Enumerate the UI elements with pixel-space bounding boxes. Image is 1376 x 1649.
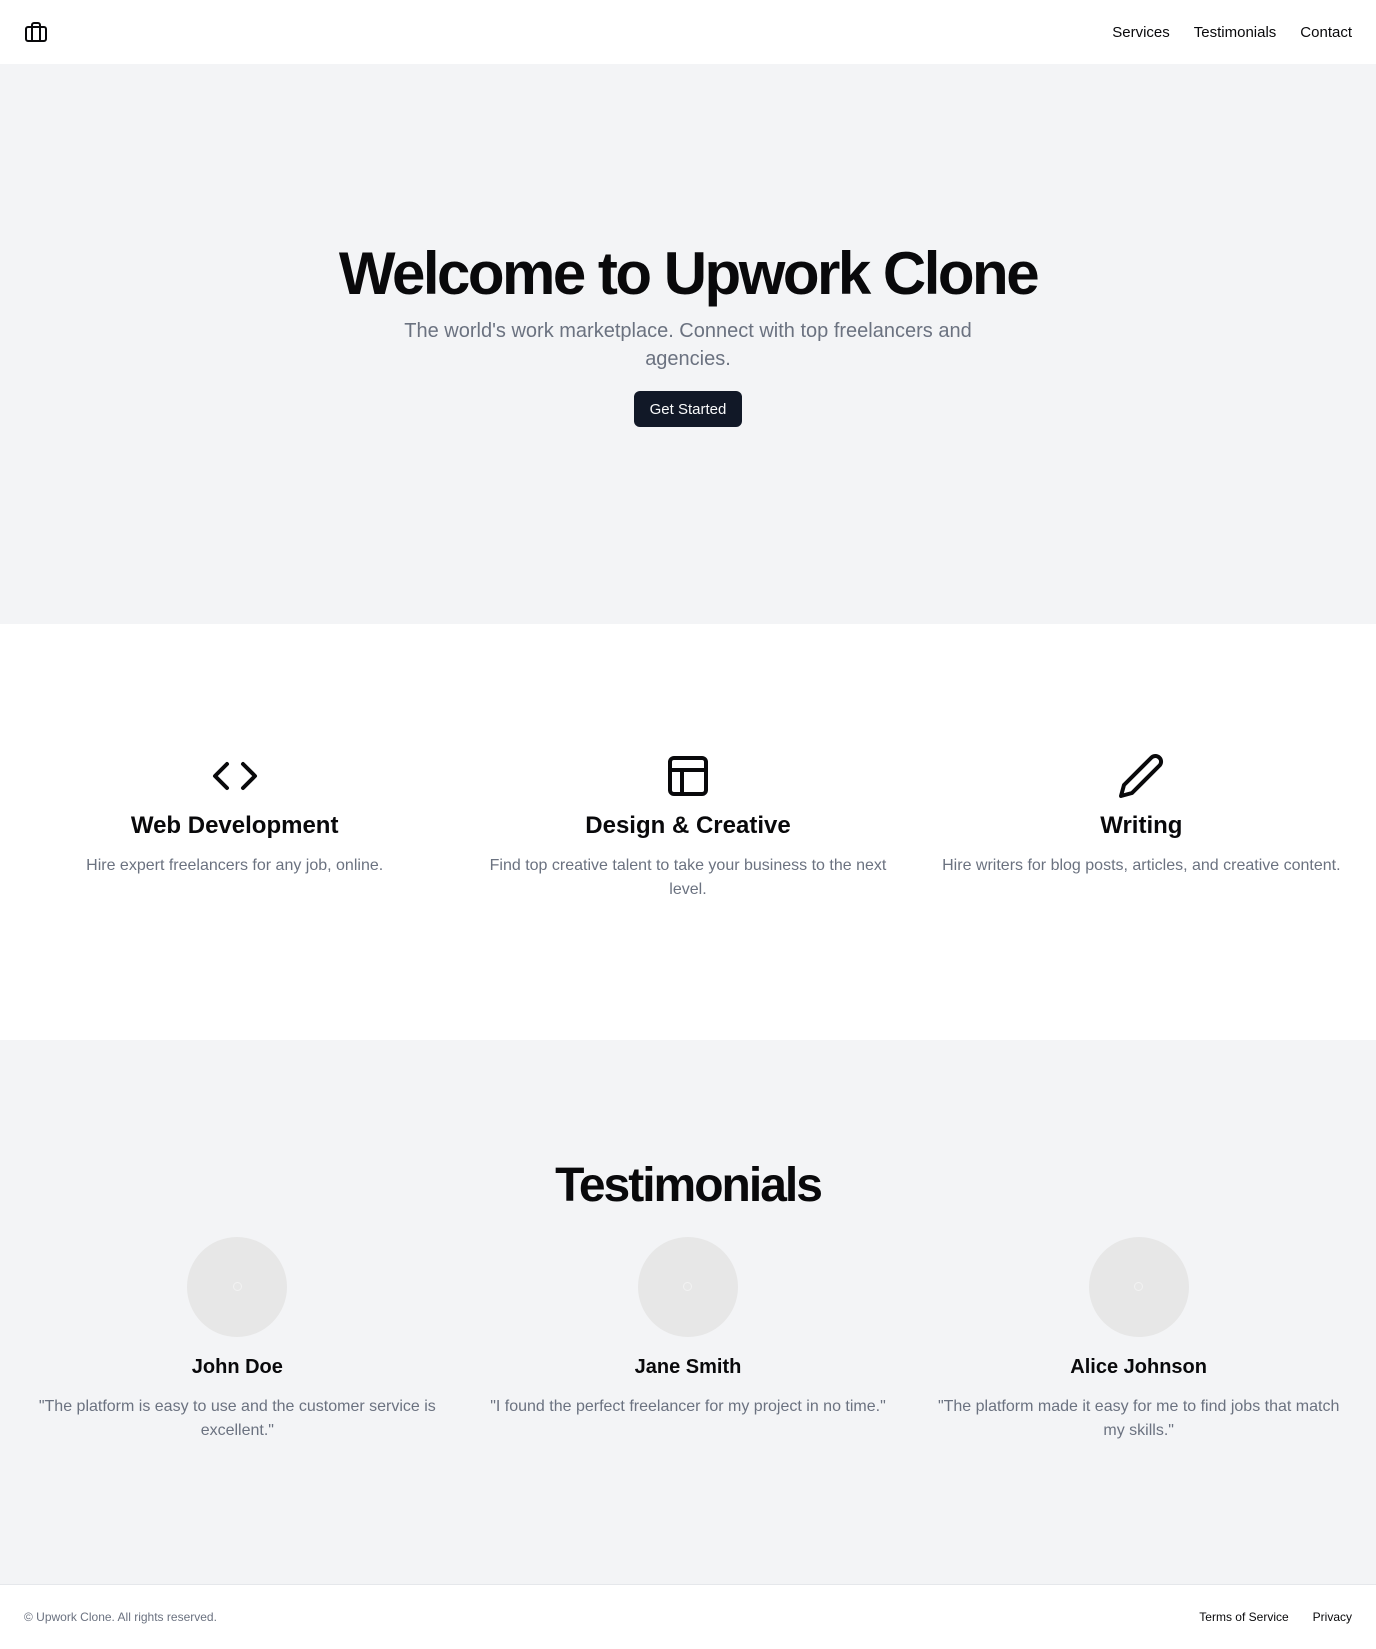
terms-of-service-link[interactable]: Terms of Service (1199, 1610, 1288, 1624)
service-title: Design & Creative (585, 812, 791, 839)
briefcase-icon[interactable] (24, 20, 48, 44)
testimonial-quote: "I found the perfect freelancer for my p… (490, 1397, 886, 1415)
get-started-button[interactable]: Get Started (633, 391, 743, 427)
privacy-link[interactable]: Privacy (1313, 1610, 1352, 1624)
main-nav: Services Testimonials Contact (1112, 24, 1352, 41)
nav-link-contact[interactable]: Contact (1300, 24, 1352, 41)
footer-links: Terms of Service Privacy (1199, 1610, 1352, 1624)
service-card-web-development: Web Development Hire expert freelancers … (24, 752, 445, 1040)
avatar (637, 1236, 738, 1337)
service-card-design-creative: Design & Creative Find top creative tale… (477, 752, 898, 1040)
site-footer: © Upwork Clone. All rights reserved. Ter… (0, 1584, 1376, 1649)
testimonials-title: Testimonials (555, 1159, 823, 1212)
layout-icon (664, 752, 712, 800)
nav-link-testimonials[interactable]: Testimonials (1194, 24, 1277, 41)
site-header: Services Testimonials Contact (0, 0, 1376, 64)
avatar (1088, 1236, 1189, 1337)
code-icon (211, 752, 259, 800)
testimonial-name: Jane Smith (634, 1355, 742, 1378)
testimonials-grid: John Doe "The platform is easy to use an… (0, 1236, 1376, 1443)
services-section: Web Development Hire expert freelancers … (0, 624, 1376, 1040)
pencil-icon (1117, 752, 1165, 800)
service-title: Writing (1100, 812, 1183, 839)
nav-link-services[interactable]: Services (1112, 24, 1170, 41)
testimonial-card: John Doe "The platform is easy to use an… (24, 1236, 451, 1443)
service-title: Web Development (130, 812, 339, 839)
service-description: Find top creative talent to take your bu… (489, 857, 887, 898)
hero-subtitle: The world's work marketplace. Connect wi… (404, 320, 972, 370)
service-description: Hire expert freelancers for any job, onl… (86, 857, 384, 874)
copyright-text: © Upwork Clone. All rights reserved. (24, 1610, 217, 1624)
hero-title: Welcome to Upwork Clone (338, 240, 1040, 307)
testimonial-name: John Doe (191, 1355, 283, 1378)
service-description: Hire writers for blog posts, articles, a… (942, 857, 1341, 874)
avatar (187, 1236, 288, 1337)
testimonial-quote: "The platform is easy to use and the cus… (38, 1397, 436, 1439)
service-card-writing: Writing Hire writers for blog posts, art… (931, 752, 1352, 1040)
testimonial-quote: "The platform made it easy for me to fin… (937, 1397, 1340, 1439)
testimonial-name: Alice Johnson (1070, 1355, 1207, 1378)
testimonial-card: Alice Johnson "The platform made it easy… (925, 1236, 1352, 1443)
testimonial-card: Jane Smith "I found the perfect freelanc… (475, 1236, 902, 1443)
hero-section: Welcome to Upwork Clone The world's work… (0, 64, 1376, 624)
testimonials-section: Testimonials John Doe "The platform is e… (0, 1040, 1376, 1584)
